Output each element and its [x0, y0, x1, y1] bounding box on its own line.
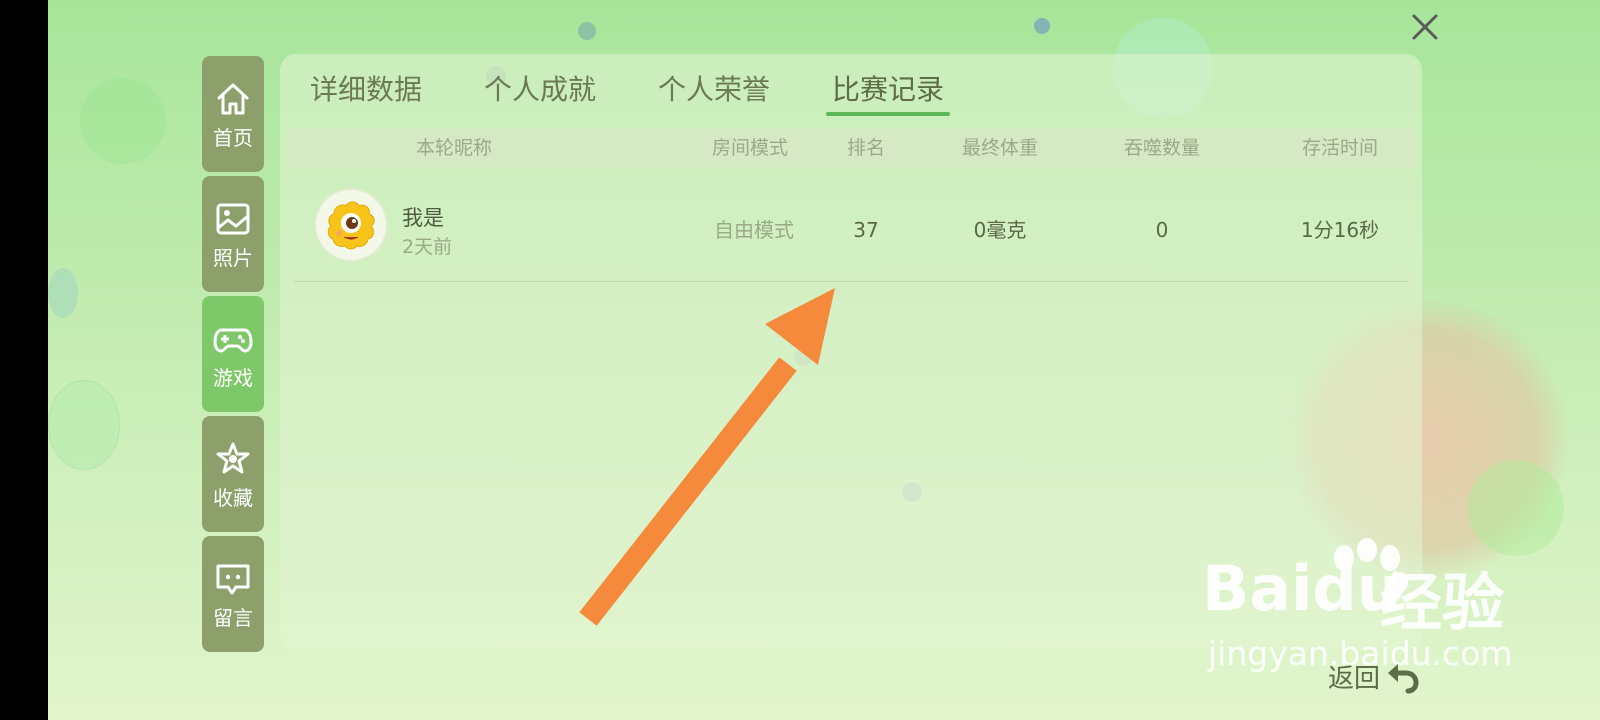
player-nickname: 我是: [402, 206, 444, 230]
tab-match-records[interactable]: 比赛记录: [826, 70, 951, 116]
message-icon: [213, 559, 253, 599]
sidebar-item-label: 照片: [213, 246, 253, 270]
back-button[interactable]: 返回: [1328, 656, 1420, 696]
sidebar-item-label: 游戏: [213, 366, 253, 390]
annotation-arrow: [579, 288, 835, 626]
tab-achievements[interactable]: 个人成就: [484, 70, 596, 114]
photo-icon: [213, 199, 253, 239]
column-header-rank: 排名: [846, 137, 885, 159]
decor-dot: [1034, 18, 1050, 34]
watermark-brand: Baidu: [1202, 552, 1401, 625]
cell-weight: 0毫克: [973, 218, 1027, 242]
cell-rank: 37: [853, 218, 879, 242]
column-header-eaten: 吞噬数量: [1123, 137, 1200, 159]
star-icon: [213, 439, 253, 479]
tab-bar: 详细数据 个人成就 个人荣誉 比赛记录: [310, 70, 1006, 116]
sidebar-item-home[interactable]: 首页: [202, 56, 264, 172]
cell-survival: 1分16秒: [1300, 218, 1380, 242]
decor-bubble: [48, 380, 120, 470]
sidebar-item-label: 首页: [213, 126, 253, 150]
watermark-suffix: 经验: [1380, 566, 1505, 639]
sidebar-nav: 首页 照片 游戏 收藏 留言: [202, 56, 264, 656]
sidebar-item-favorites[interactable]: 收藏: [202, 416, 264, 532]
column-header-survival: 存活时间: [1301, 137, 1378, 159]
monster-avatar-icon: [327, 201, 375, 250]
gamepad-icon: [213, 319, 253, 359]
sidebar-item-messages[interactable]: 留言: [202, 536, 264, 652]
return-arrow-icon: [1388, 664, 1419, 694]
sidebar-item-label: 收藏: [213, 486, 253, 510]
cell-mode: 自由模式: [714, 218, 794, 242]
sidebar-item-photos[interactable]: 照片: [202, 176, 264, 292]
decor-bubble: [48, 268, 78, 318]
tab-honors[interactable]: 个人荣誉: [658, 70, 770, 114]
decor-dot: [578, 22, 596, 40]
table-header: 本轮昵称 房间模式 排名 最终体重 吞噬数量 存活时间: [288, 128, 1416, 168]
avatar: [314, 188, 388, 262]
game-background: 首页 照片 游戏 收藏 留言 详细数据 个人成就 个人荣誉 比赛记录 本轮昵称 …: [48, 0, 1600, 720]
decor-bubble: [80, 78, 166, 164]
sidebar-item-label: 留言: [213, 606, 253, 630]
tab-detailed-data[interactable]: 详细数据: [310, 70, 422, 114]
close-button[interactable]: [1410, 12, 1440, 42]
home-icon: [213, 79, 253, 119]
close-icon: [1412, 14, 1438, 40]
column-header-mode: 房间模式: [711, 137, 788, 159]
match-time-ago: 2天前: [402, 236, 453, 258]
column-header-weight: 最终体重: [961, 137, 1038, 159]
back-label: 返回: [1328, 663, 1381, 694]
cell-eaten: 0: [1155, 218, 1169, 242]
decor-bubble: [1468, 460, 1564, 556]
sidebar-item-games[interactable]: 游戏: [202, 296, 264, 412]
column-header-nickname: 本轮昵称: [415, 137, 492, 159]
